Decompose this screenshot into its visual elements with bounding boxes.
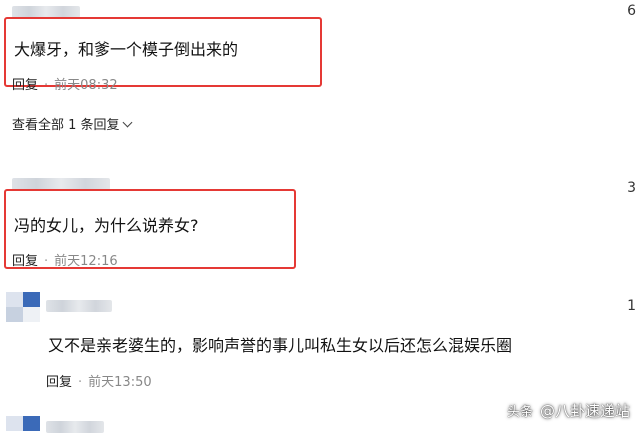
comment-meta: 回复 · 前天08:32 [12, 74, 118, 93]
view-all-replies-link[interactable]: 查看全部 1 条回复 [12, 114, 132, 133]
separator-dot: · [78, 375, 83, 390]
like-count: 3 [627, 180, 636, 196]
watermark-platform: 头条 [503, 400, 536, 421]
avatar[interactable] [6, 292, 40, 322]
commenter-name-redacted [46, 300, 112, 312]
watermark-handle: @八卦速递站 [539, 402, 630, 420]
comment-text: 冯的女儿，为什么说养女? [14, 216, 199, 235]
comment-text: 又不是亲老婆生的，影响声誉的事儿叫私生女以后还怎么混娱乐圈 [48, 336, 513, 355]
separator-dot: · [44, 78, 49, 93]
avatar[interactable] [6, 416, 40, 433]
comment-time: 前天13:50 [88, 375, 152, 390]
comment-time: 前天08:32 [54, 78, 118, 93]
commenter-name-redacted [46, 421, 104, 433]
comment-meta: 回复 · 前天13:50 [46, 371, 152, 390]
comment-text: 大爆牙，和爹一个模子倒出来的 [14, 40, 239, 59]
reply-button[interactable]: 回复 [46, 375, 72, 390]
comment-meta: 回复 · 前天12:16 [12, 250, 118, 269]
watermark: 头条 @八卦速递站 [503, 400, 630, 421]
reply-button[interactable]: 回复 [12, 254, 38, 269]
view-all-label: 查看全部 1 条回复 [12, 118, 120, 133]
chevron-down-icon [122, 117, 132, 128]
like-count: 6 [627, 3, 636, 19]
separator-dot: · [44, 254, 49, 269]
comment-time: 前天12:16 [54, 254, 118, 269]
reply-button[interactable]: 回复 [12, 78, 38, 93]
like-count: 1 [627, 298, 636, 314]
